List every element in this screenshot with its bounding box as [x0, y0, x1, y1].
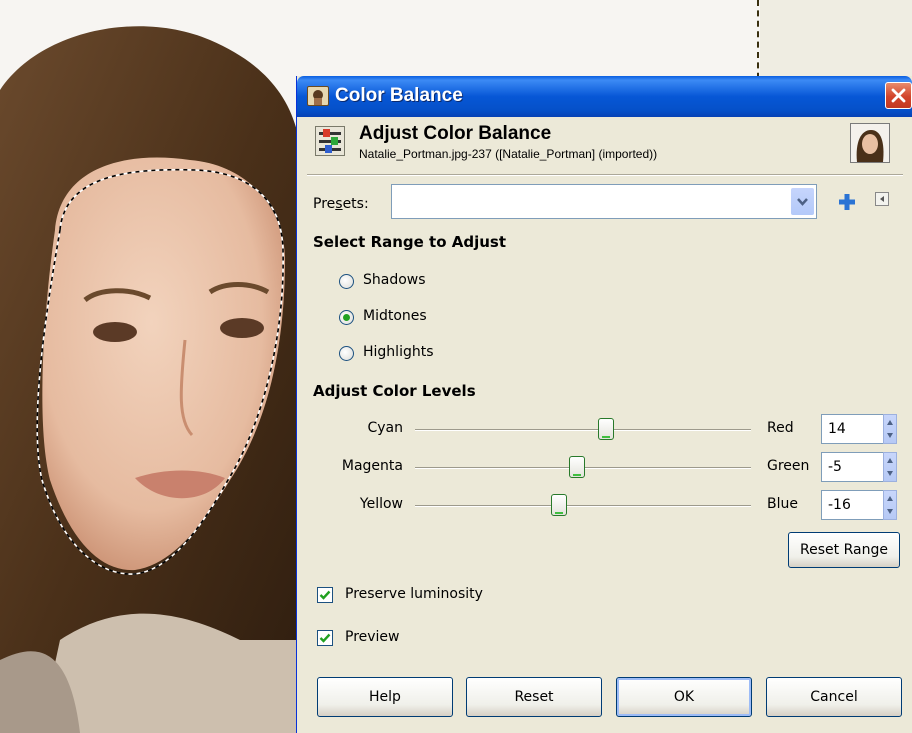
preview-checkbox[interactable] — [317, 630, 333, 646]
slider-left-label: Magenta — [341, 458, 403, 474]
radio-button[interactable] — [339, 310, 354, 325]
ok-button[interactable]: OK — [616, 677, 752, 717]
close-button[interactable] — [885, 82, 912, 109]
slider-track[interactable] — [415, 429, 751, 431]
preset-menu-button[interactable] — [875, 192, 889, 206]
yellow-blue-slider-row: Yellow Blue -16 — [297, 490, 912, 520]
header-subtitle: Natalie_Portman.jpg-237 ([Natalie_Portma… — [359, 147, 658, 161]
adjust-levels-heading: Adjust Color Levels — [313, 382, 476, 400]
image-thumbnail — [850, 123, 890, 163]
preserve-luminosity-label: Preserve luminosity — [345, 586, 483, 602]
radio-button[interactable] — [339, 346, 354, 361]
color-balance-tool-icon — [315, 126, 345, 156]
help-button[interactable]: Help — [317, 677, 453, 717]
checkmark-icon — [319, 633, 331, 643]
title-bar[interactable]: Color Balance — [297, 76, 912, 117]
magenta-green-slider-row: Magenta Green -5 — [297, 452, 912, 482]
radio-selected-dot — [343, 314, 350, 321]
add-preset-icon[interactable] — [838, 193, 856, 211]
radio-button[interactable] — [339, 274, 354, 289]
preserve-luminosity-checkbox[interactable] — [317, 587, 333, 603]
slider-track[interactable] — [415, 505, 751, 507]
cyan-red-slider-row: Cyan Red 14 — [297, 414, 912, 444]
preset-menu-icon — [880, 196, 884, 202]
checkmark-icon — [319, 590, 331, 600]
spinbox-arrows[interactable] — [883, 490, 897, 520]
slider-left-label: Yellow — [359, 496, 403, 512]
close-icon — [891, 88, 906, 103]
slider-thumb[interactable] — [598, 418, 614, 440]
radio-label: Highlights — [363, 344, 434, 360]
radio-label: Midtones — [363, 308, 427, 324]
color-balance-dialog: Color Balance Adjust Color Balance Natal… — [296, 76, 912, 733]
slider-right-label: Green — [767, 458, 810, 474]
spinbox-arrows[interactable] — [883, 452, 897, 482]
cyan-red-spinbox[interactable]: 14 — [821, 414, 897, 444]
presets-dropdown-button[interactable] — [791, 188, 814, 215]
slider-thumb[interactable] — [569, 456, 585, 478]
select-range-heading: Select Range to Adjust — [313, 233, 507, 251]
spinbox-value: -16 — [828, 497, 851, 513]
header-title: Adjust Color Balance — [359, 123, 552, 144]
preview-label: Preview — [345, 629, 400, 645]
chevron-down-icon — [797, 198, 808, 206]
spinbox-value: 14 — [828, 421, 846, 437]
presets-label: Presets: — [313, 196, 369, 212]
dialog-title: Color Balance — [335, 85, 463, 106]
cancel-button[interactable]: Cancel — [766, 677, 902, 717]
spinbox-arrows[interactable] — [883, 414, 897, 444]
gimp-app-icon — [307, 86, 329, 106]
radio-label: Shadows — [363, 272, 426, 288]
slider-right-label: Red — [767, 420, 794, 436]
spinbox-value: -5 — [828, 459, 842, 475]
header-separator — [307, 174, 903, 176]
slider-left-label: Cyan — [367, 420, 403, 436]
slider-thumb[interactable] — [551, 494, 567, 516]
presets-combo[interactable] — [391, 184, 817, 219]
reset-button[interactable]: Reset — [466, 677, 602, 717]
magenta-green-spinbox[interactable]: -5 — [821, 452, 897, 482]
reset-range-button[interactable]: Reset Range — [788, 532, 900, 568]
slider-right-label: Blue — [767, 496, 798, 512]
yellow-blue-spinbox[interactable]: -16 — [821, 490, 897, 520]
